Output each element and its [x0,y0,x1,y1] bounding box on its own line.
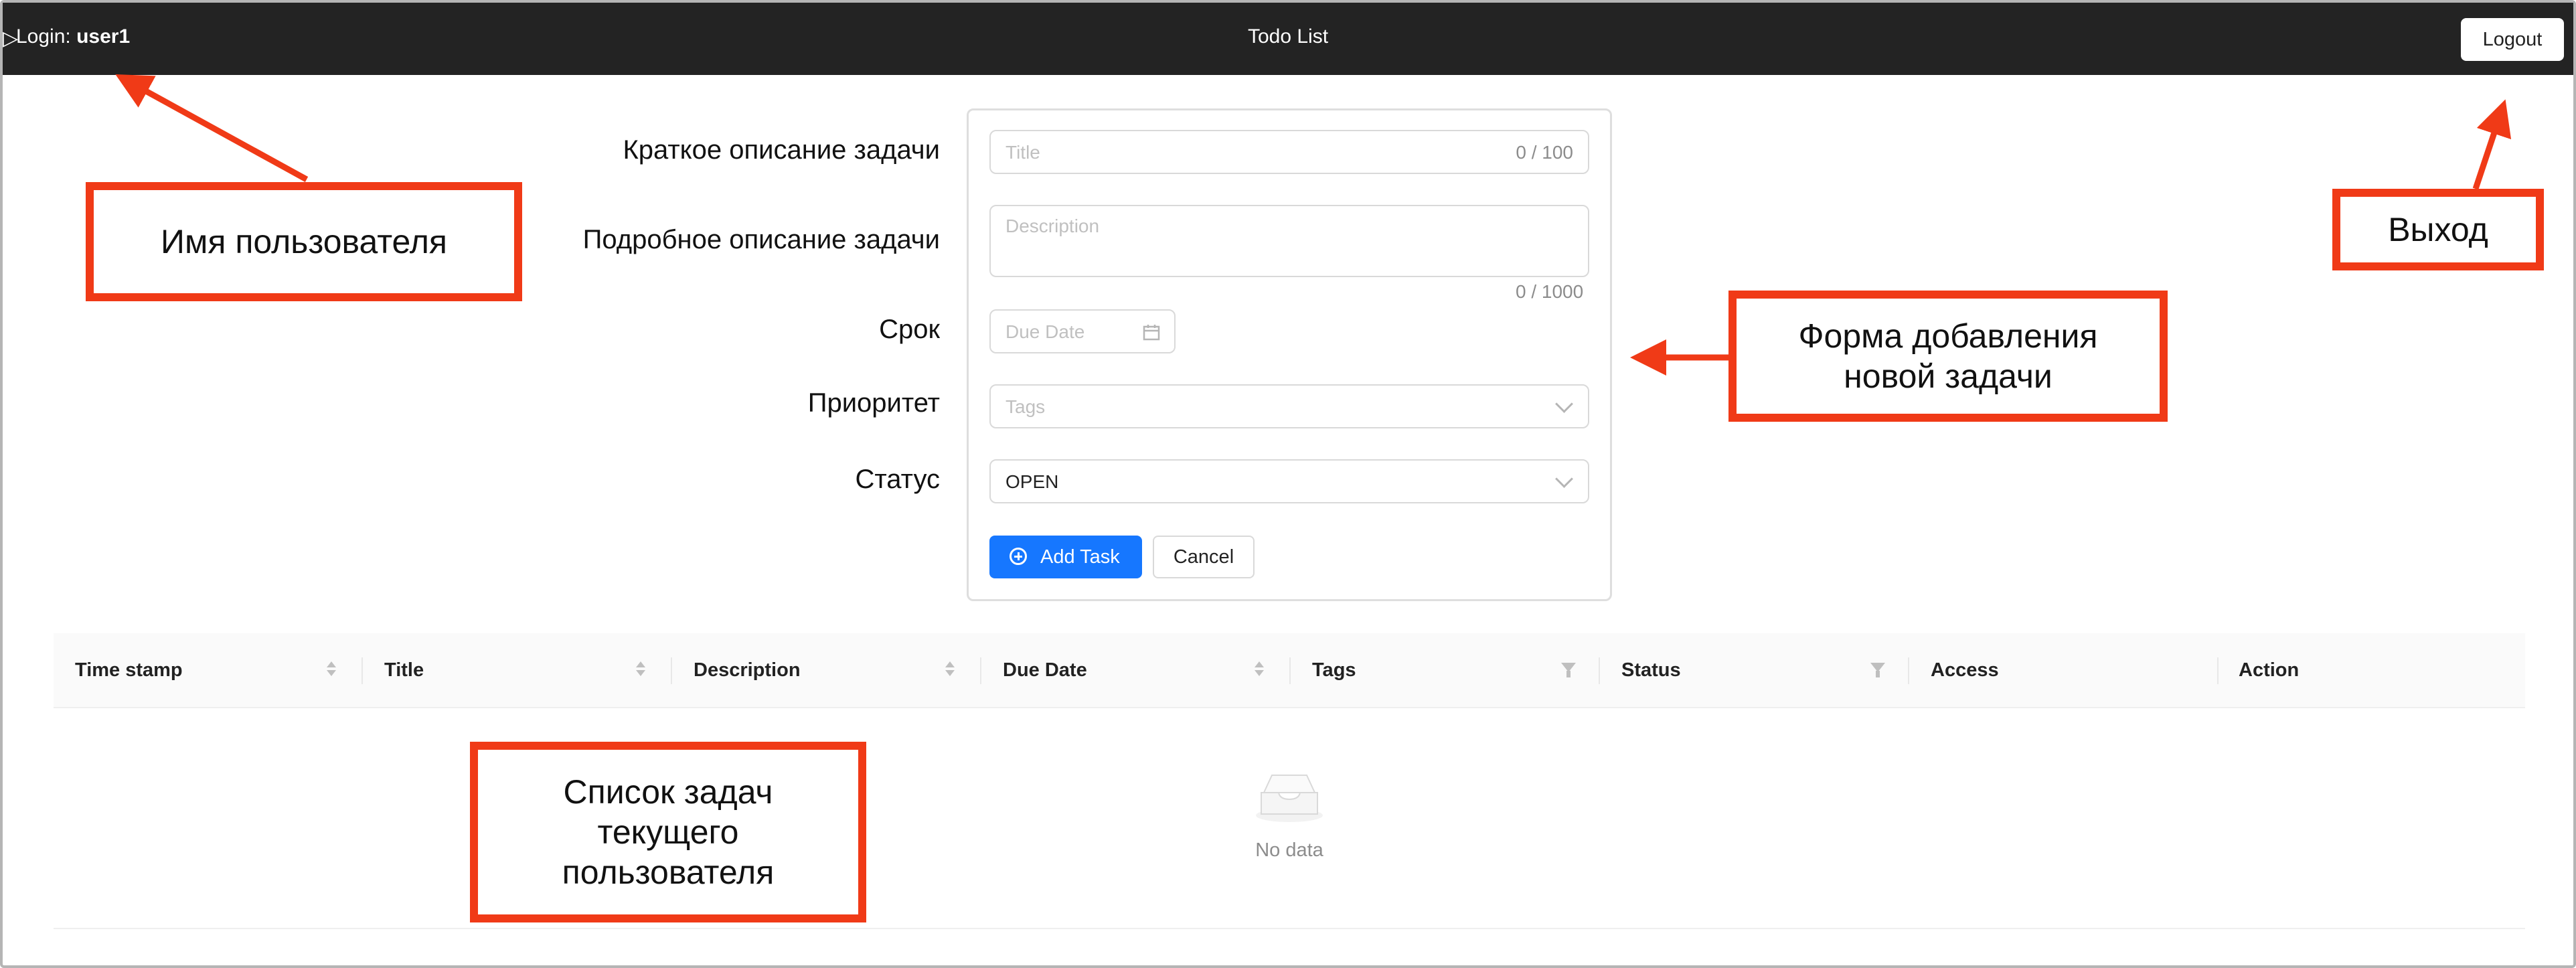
annotation-list-text: Список задач текущего пользователя [562,773,775,891]
chevron-down-icon [1555,395,1573,413]
column-divider [980,657,981,684]
description-textarea[interactable]: Description [989,205,1589,277]
title-counter: 0 / 100 [1516,142,1573,163]
empty-box-icon [1256,775,1323,822]
column-divider [1289,657,1291,684]
due-date-placeholder: Due Date [1005,321,1085,342]
sort-icon[interactable] [945,659,955,681]
tags-placeholder: Tags [1005,396,1046,417]
cancel-button[interactable]: Cancel [1153,536,1255,578]
table-bottom-border [54,928,2525,929]
sort-icon[interactable] [1255,659,1264,681]
app-title: Todo List [1247,25,1329,48]
col-time-stamp[interactable]: Time stamp [75,633,183,707]
label-due-date: Срок [879,315,940,344]
annotation-form-text: Форма добавления новой задачи [1798,317,2098,395]
annotation-logout-text: Выход [2388,211,2488,248]
add-task-label: Add Task [1040,546,1120,568]
task-table-header: Time stamp Title Description Due Date Ta… [54,633,2525,708]
column-divider [1908,657,1909,684]
column-divider [1599,657,1600,684]
sort-icon[interactable] [327,659,336,681]
annotation-form: Форма добавления новой задачи [1728,291,2168,422]
description-placeholder: Description [1005,216,1100,236]
status-value: OPEN [1005,471,1059,492]
chevron-down-icon [1555,470,1573,488]
add-task-button[interactable]: Add Task [989,536,1142,578]
due-date-picker[interactable]: Due Date [989,309,1176,353]
filter-icon[interactable] [1561,663,1576,677]
annotation-logout: Выход [2332,189,2544,270]
column-divider [2217,657,2219,684]
col-tags[interactable]: Tags [1312,633,1356,707]
col-status[interactable]: Status [1621,633,1681,707]
title-input[interactable]: Title 0 / 100 [989,130,1589,174]
col-description[interactable]: Description [694,633,801,707]
col-action: Action [2239,659,2300,681]
label-status: Статус [855,465,940,494]
column-divider [361,657,363,684]
title-placeholder: Title [1005,142,1040,163]
col-due-date[interactable]: Due Date [1003,633,1087,707]
calendar-icon [1143,325,1160,341]
logout-button[interactable]: Logout [2461,18,2564,61]
col-title[interactable]: Title [384,633,424,707]
filter-icon[interactable] [1870,663,1885,677]
sort-icon[interactable] [636,659,645,681]
add-task-form [967,108,1612,601]
plus-circle-icon [1010,548,1027,565]
tags-select[interactable]: Tags [989,384,1589,428]
top-bar: ▷ Login: user1 Todo List Logout [3,3,2573,75]
annotation-username: Имя пользователя [86,182,522,301]
col-access: Access [1931,659,1999,681]
annotation-list: Список задач текущего пользователя [470,742,866,922]
annotation-username-text: Имя пользователя [161,223,447,260]
column-divider [671,657,672,684]
description-counter: 0 / 1000 [1516,281,1584,302]
label-title: Краткое описание задачи [623,135,940,165]
empty-state-text: No data [1255,839,1323,861]
label-description: Подробное описание задачи [582,225,940,254]
status-select[interactable]: OPEN [989,459,1589,503]
label-priority: Приоритет [807,388,940,418]
